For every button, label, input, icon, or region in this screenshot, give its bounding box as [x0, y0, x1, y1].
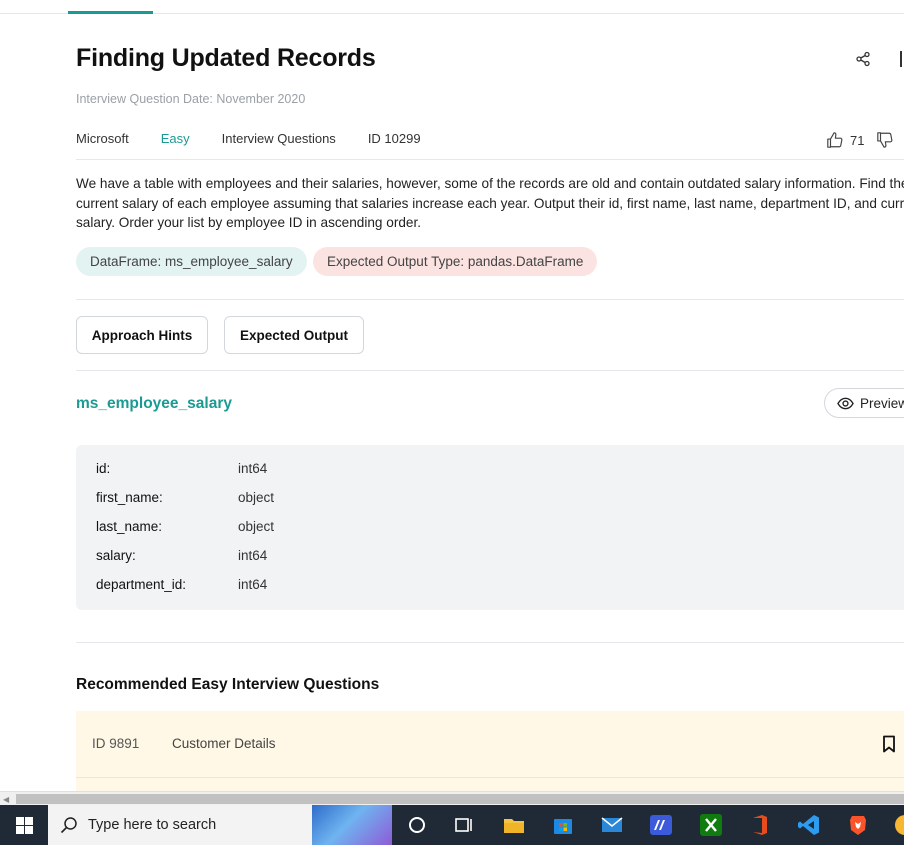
question-meta: Microsoft Easy Interview Questions ID 10… [76, 131, 453, 146]
thumbs-up-icon[interactable] [826, 131, 844, 149]
preview-label: Preview [860, 395, 904, 411]
recommended-question-card[interactable]: ID 9891 Customer Details [76, 711, 904, 778]
question-date: Interview Question Date: November 2020 [76, 92, 306, 106]
expected-output-button[interactable]: Expected Output [224, 316, 364, 354]
column-type: object [238, 490, 275, 505]
schema-row: salary: int64 [96, 548, 267, 563]
table-name[interactable]: ms_employee_salary [76, 395, 232, 413]
divider [76, 370, 904, 371]
xbox-icon[interactable] [699, 813, 723, 837]
column-name: salary: [96, 548, 136, 563]
microsoft-store-icon[interactable] [551, 813, 575, 837]
cortana-icon[interactable] [405, 813, 429, 837]
schema-row: last_name: object [96, 519, 274, 534]
column-type: int64 [238, 461, 268, 476]
app-partial-icon[interactable] [893, 813, 904, 837]
windows-logo-icon [15, 816, 33, 834]
question-description: We have a table with employees and their… [76, 176, 904, 230]
dataframe-tag: DataFrame: ms_employee_salary [76, 247, 307, 276]
company-tag[interactable]: Microsoft [76, 131, 129, 146]
bookmark-icon[interactable] [882, 735, 896, 753]
task-view-icon[interactable] [452, 813, 476, 837]
output-type-tag: Expected Output Type: pandas.DataFrame [313, 247, 598, 276]
column-type: int64 [238, 577, 268, 592]
recommended-question-card[interactable] [76, 778, 904, 792]
vote-controls: 71 [826, 131, 894, 149]
column-name: last_name: [96, 519, 163, 534]
category-tag[interactable]: Interview Questions [222, 131, 336, 146]
taskbar-search[interactable]: Type here to search [48, 805, 392, 845]
page-title: Finding Updated Records [76, 44, 376, 72]
file-explorer-icon[interactable] [502, 813, 526, 837]
approach-hints-button[interactable]: Approach Hints [76, 316, 208, 354]
table-schema: id: int64 first_name: object last_name: … [76, 445, 904, 610]
brave-browser-icon[interactable] [846, 813, 870, 837]
active-tab-indicator [68, 11, 153, 14]
divider [76, 159, 904, 160]
question-id: ID 10299 [367, 131, 421, 146]
recommended-question-name[interactable]: Customer Details [172, 736, 276, 751]
schema-row: id: int64 [96, 461, 267, 476]
vscode-icon[interactable] [797, 813, 821, 837]
windows-taskbar: Type here to search [0, 805, 904, 845]
recommended-heading: Recommended Easy Interview Questions [76, 676, 380, 693]
office-icon[interactable] [748, 813, 772, 837]
preview-button[interactable]: Preview [824, 388, 904, 418]
scrollbar-thumb[interactable] [16, 794, 904, 804]
upvote-count: 71 [850, 132, 865, 148]
eye-icon [837, 397, 854, 409]
mail-icon[interactable] [600, 813, 624, 837]
start-button[interactable] [0, 805, 48, 845]
difficulty-tag[interactable]: Easy [161, 131, 190, 146]
horizontal-scrollbar[interactable]: ◀ [0, 791, 904, 805]
divider [76, 299, 904, 300]
thumbs-down-icon[interactable] [876, 131, 894, 149]
bookmark-icon[interactable] [900, 51, 904, 67]
column-type: object [238, 519, 275, 534]
app-m-icon[interactable] [649, 813, 673, 837]
search-icon [60, 817, 77, 834]
share-icon[interactable] [855, 51, 871, 67]
search-placeholder: Type here to search [88, 817, 217, 833]
column-type: int64 [238, 548, 268, 563]
scroll-left-icon[interactable]: ◀ [3, 795, 9, 804]
schema-row: department_id: int64 [96, 577, 267, 592]
divider [76, 642, 904, 643]
column-name: department_id: [96, 577, 187, 592]
recommended-question-id: ID 9891 [92, 736, 140, 751]
search-highlight-image [312, 805, 392, 845]
schema-row: first_name: object [96, 490, 274, 505]
column-name: id: [96, 461, 111, 476]
column-name: first_name: [96, 490, 163, 505]
